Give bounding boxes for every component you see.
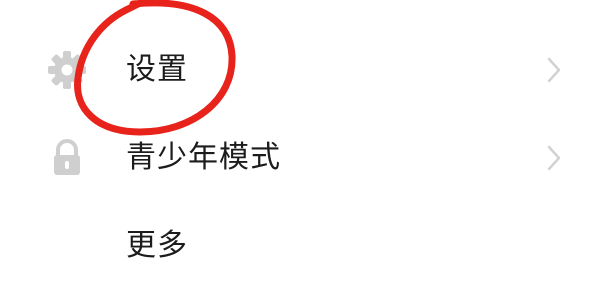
menu-item-youth-mode[interactable]: 青少年模式 <box>0 118 600 198</box>
more-icon <box>46 225 88 267</box>
chevron-right-icon <box>544 56 564 84</box>
menu-item-label: 设置 <box>126 52 188 87</box>
chevron-right-icon <box>544 144 564 172</box>
gear-icon <box>46 49 88 91</box>
menu-item-label: 更多 <box>126 228 188 263</box>
menu-item-more[interactable]: 更多 <box>0 206 600 286</box>
settings-menu-list: 设置 青少年模式 更多 <box>0 0 600 263</box>
menu-item-label: 青少年模式 <box>126 140 281 175</box>
menu-item-settings[interactable]: 设置 <box>0 30 600 110</box>
lock-icon <box>46 137 88 179</box>
